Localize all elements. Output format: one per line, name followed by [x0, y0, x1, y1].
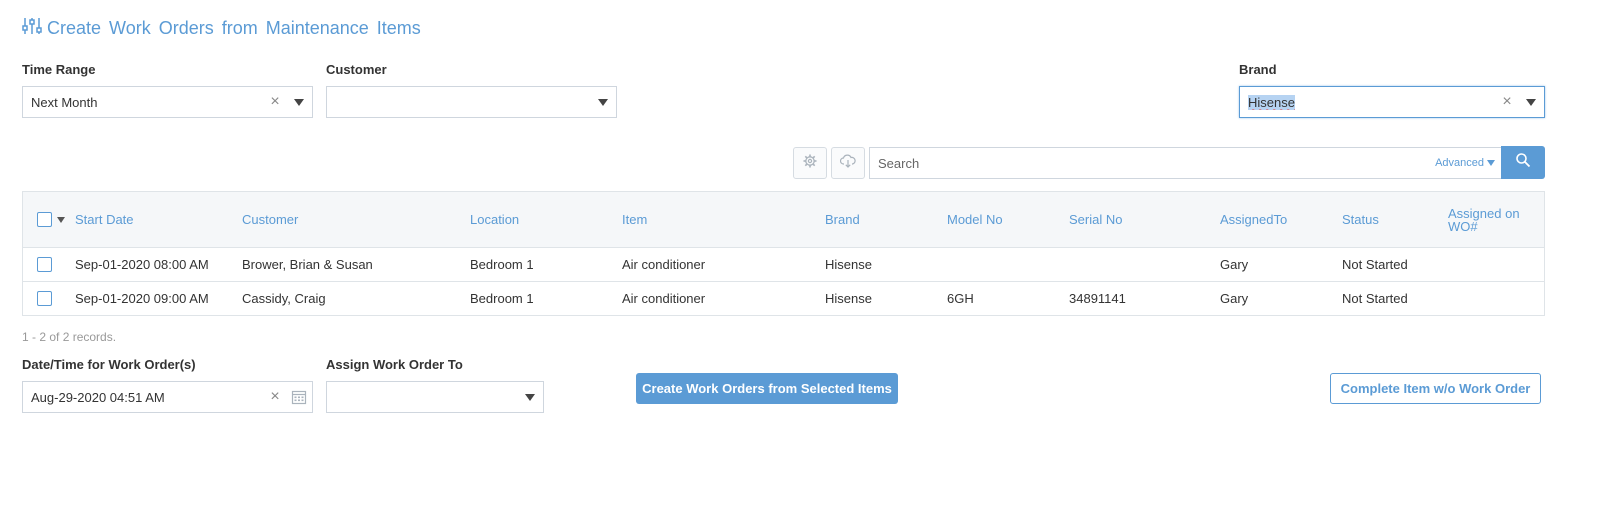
brand-value[interactable]: Hisense	[1248, 94, 1295, 110]
search-input[interactable]	[870, 148, 1436, 178]
maintenance-items-grid: Start Date Customer Location Item Brand …	[22, 191, 1545, 316]
time-range-select[interactable]: Next Month ×	[22, 86, 313, 118]
cell-assigned-to: Gary	[1220, 257, 1249, 272]
caret-down-icon	[1487, 160, 1495, 166]
cell-brand: Hisense	[825, 291, 872, 306]
assign-to-label: Assign Work Order To	[326, 357, 463, 372]
select-all-checkbox[interactable]	[37, 212, 52, 227]
time-range-label: Time Range	[22, 62, 96, 77]
records-count: 1 - 2 of 2 records.	[22, 330, 117, 344]
cell-location: Bedroom 1	[470, 257, 534, 272]
column-header-brand[interactable]: Brand	[825, 192, 860, 247]
cell-customer: Brower, Brian & Susan	[242, 257, 373, 272]
page-title: Create Work Orders from Maintenance Item…	[22, 16, 421, 40]
chevron-down-icon[interactable]	[517, 393, 543, 401]
brand-label: Brand	[1239, 62, 1277, 77]
datetime-value[interactable]: Aug-29-2020 04:51 AM	[23, 390, 264, 405]
advanced-search-link[interactable]: Advanced	[1435, 157, 1501, 169]
select-all-control[interactable]	[37, 192, 65, 247]
customer-label: Customer	[326, 62, 387, 77]
cell-start-date: Sep-01-2020 09:00 AM	[75, 291, 209, 306]
cell-item: Air conditioner	[622, 257, 706, 272]
cell-location: Bedroom 1	[470, 291, 534, 306]
clear-icon[interactable]: ×	[264, 389, 286, 405]
column-header-item[interactable]: Item	[622, 192, 647, 247]
datetime-picker[interactable]: Aug-29-2020 04:51 AM ×	[22, 381, 313, 413]
export-button[interactable]	[831, 147, 865, 179]
settings-button[interactable]	[793, 147, 827, 179]
cell-status: Not Started	[1342, 291, 1408, 306]
table-row[interactable]: Sep-01-2020 08:00 AM Brower, Brian & Sus…	[23, 247, 1544, 281]
cell-model-no: 6GH	[947, 291, 974, 306]
chevron-down-icon[interactable]	[286, 98, 312, 106]
cloud-download-icon	[839, 154, 856, 173]
time-range-value: Next Month	[31, 94, 98, 110]
chevron-down-icon[interactable]	[1518, 98, 1544, 106]
cell-assigned-to: Gary	[1220, 291, 1249, 306]
column-header-status[interactable]: Status	[1342, 192, 1379, 247]
brand-select[interactable]: Hisense ×	[1239, 86, 1545, 118]
chevron-down-icon[interactable]	[57, 216, 65, 223]
grid-header: Start Date Customer Location Item Brand …	[23, 192, 1544, 247]
cell-status: Not Started	[1342, 257, 1408, 272]
clear-icon[interactable]: ×	[264, 94, 286, 110]
calendar-icon[interactable]	[286, 389, 312, 405]
cell-customer: Cassidy, Craig	[242, 291, 326, 306]
search-icon	[1515, 152, 1531, 173]
column-header-customer[interactable]: Customer	[242, 192, 298, 247]
gear-icon	[803, 154, 817, 173]
row-checkbox[interactable]	[37, 257, 52, 272]
cell-item: Air conditioner	[622, 291, 706, 306]
column-header-model-no[interactable]: Model No	[947, 192, 1003, 247]
row-checkbox[interactable]	[37, 291, 52, 306]
create-work-orders-button[interactable]: Create Work Orders from Selected Items	[636, 373, 898, 404]
advanced-label: Advanced	[1435, 157, 1484, 169]
sliders-icon	[22, 17, 43, 40]
column-header-serial-no[interactable]: Serial No	[1069, 192, 1122, 247]
column-header-assigned-to[interactable]: AssignedTo	[1220, 192, 1287, 247]
search-button[interactable]	[1501, 146, 1545, 179]
assign-to-select[interactable]	[326, 381, 544, 413]
customer-select[interactable]	[326, 86, 617, 118]
column-header-assigned-wo[interactable]: Assigned on WO#	[1448, 207, 1538, 233]
page-title-text: Create Work Orders from Maintenance Item…	[47, 17, 421, 38]
datetime-label: Date/Time for Work Order(s)	[22, 357, 196, 372]
cell-brand: Hisense	[825, 257, 872, 272]
complete-without-work-order-button[interactable]: Complete Item w/o Work Order	[1330, 373, 1541, 404]
chevron-down-icon[interactable]	[590, 98, 616, 106]
cell-start-date: Sep-01-2020 08:00 AM	[75, 257, 209, 272]
cell-serial-no: 34891141	[1069, 291, 1126, 306]
column-header-location[interactable]: Location	[470, 192, 519, 247]
table-row[interactable]: Sep-01-2020 09:00 AM Cassidy, Craig Bedr…	[23, 281, 1544, 315]
clear-icon[interactable]: ×	[1496, 94, 1518, 110]
column-header-start-date[interactable]: Start Date	[75, 192, 134, 247]
search-bar: Advanced	[869, 147, 1501, 179]
